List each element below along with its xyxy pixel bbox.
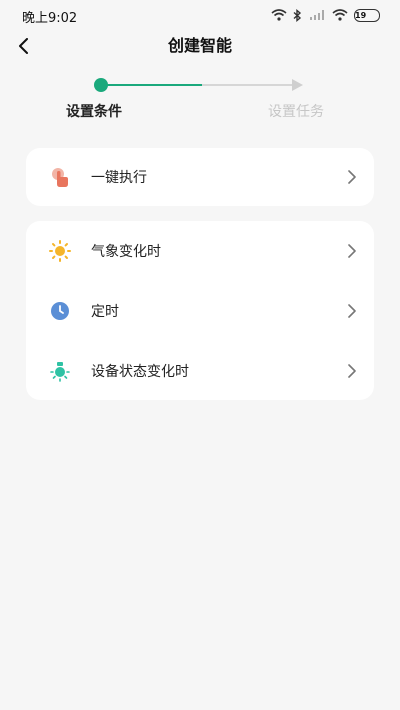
- chevron-right-icon: [348, 304, 356, 318]
- row-label: 一键执行: [91, 170, 147, 186]
- wifi-icon: [271, 9, 287, 21]
- chevron-right-icon: [348, 170, 356, 184]
- clock-icon: [48, 299, 72, 323]
- stepper: 设置条件 设置任务: [0, 74, 400, 124]
- list-item-device-state-change[interactable]: 设备状态变化时: [26, 341, 374, 401]
- row-label: 设备状态变化时: [91, 364, 189, 380]
- hd-signal-icon: [308, 9, 326, 21]
- battery-icon: 19: [354, 8, 380, 22]
- hand-tap-icon: [48, 165, 72, 189]
- lamp-icon: [48, 359, 72, 383]
- list-item-timer[interactable]: 定时: [26, 281, 374, 341]
- wifi-icon: [332, 9, 348, 21]
- bluetooth-icon: [293, 8, 302, 22]
- header: 创建智能: [0, 30, 400, 74]
- sun-icon: [48, 239, 72, 263]
- step-arrow-icon: [292, 79, 303, 91]
- list-item-one-tap-execute[interactable]: 一键执行: [26, 148, 374, 206]
- card-conditions: 气象变化时 定时 设备状态变化时: [26, 221, 374, 400]
- page-title: 创建智能: [167, 36, 232, 55]
- step-line-active: [102, 84, 202, 86]
- chevron-right-icon: [348, 244, 356, 258]
- step-dot: [94, 78, 108, 92]
- row-label: 气象变化时: [91, 244, 161, 260]
- row-label: 定时: [91, 304, 119, 320]
- step-label-conditions[interactable]: 设置条件: [66, 101, 122, 121]
- status-icons: 19: [271, 6, 380, 24]
- card-manual-trigger: 一键执行: [26, 148, 374, 206]
- status-bar: 晚上9:02 19: [0, 0, 400, 30]
- list-item-weather-change[interactable]: 气象变化时: [26, 221, 374, 281]
- status-time: 晚上9:02: [22, 11, 78, 26]
- step-label-tasks[interactable]: 设置任务: [268, 101, 324, 121]
- chevron-right-icon: [348, 364, 356, 378]
- step-line-inactive: [202, 84, 294, 86]
